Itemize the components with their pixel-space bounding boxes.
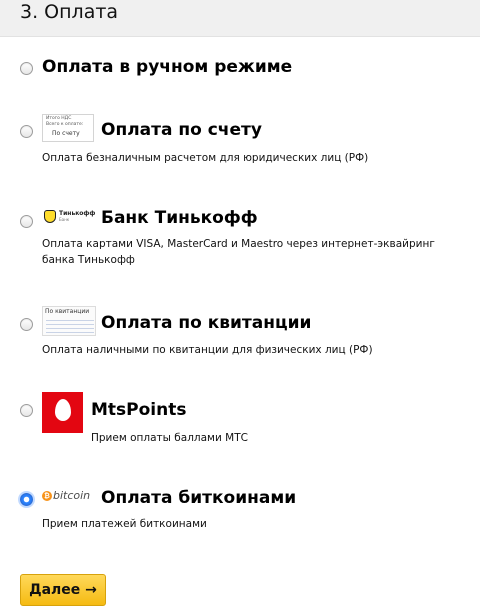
mts-egg-shape [55, 399, 71, 421]
bitcoin-coin-icon: ₿ [42, 491, 52, 501]
payment-option-manual[interactable]: Оплата в ручном режиме [0, 56, 480, 80]
option-title: Банк Тинькофф [101, 208, 258, 228]
option-description: Прием оплаты баллами МТС [91, 432, 248, 444]
option-title: Оплата по квитанции [101, 313, 312, 333]
section-header: 3. Оплата [0, 0, 480, 37]
radio-manual[interactable] [20, 62, 33, 75]
payment-option-tinkoff[interactable]: Тинькофф Банк Банк Тинькофф Оплата карта… [0, 205, 480, 271]
option-description: Оплата наличными по квитанции для физиче… [42, 344, 373, 356]
radio-tinkoff[interactable] [20, 215, 33, 228]
payment-option-bitcoin[interactable]: ₿ bitcoin Оплата биткоинами Прием платеж… [0, 487, 480, 535]
option-description: Прием платежей биткоинами [42, 518, 207, 530]
tinkoff-logo-icon: Тинькофф Банк [42, 209, 96, 225]
radio-mtspoints[interactable] [20, 404, 33, 417]
tinkoff-emblem-icon [44, 210, 56, 223]
invoice-logo-line3: По счету [52, 130, 80, 137]
bitcoin-wordmark: bitcoin [53, 489, 91, 502]
section-title: 3. Оплата [20, 1, 119, 23]
payment-option-receipt[interactable]: По квитанции Оплата по квитанции Оплата … [0, 306, 480, 358]
radio-receipt[interactable] [20, 318, 33, 331]
radio-bitcoin[interactable] [20, 493, 33, 506]
payment-option-mtspoints[interactable]: MtsPoints Прием оплаты баллами МТС [0, 392, 480, 444]
option-description: Оплата безналичным расчетом для юридичес… [42, 152, 369, 164]
tinkoff-logo-sub: Банк [59, 217, 70, 222]
radio-invoice[interactable] [20, 125, 33, 138]
tinkoff-logo-name: Тинькофф [59, 210, 96, 217]
invoice-logo-line1: Итого НДС [46, 116, 72, 121]
option-title: Оплата биткоинами [101, 488, 297, 508]
bitcoin-logo-icon: ₿ bitcoin [42, 489, 98, 505]
option-title: Оплата по счету [101, 120, 262, 140]
receipt-logo-text: По квитанции [45, 308, 90, 315]
option-title: Оплата в ручном режиме [42, 57, 293, 77]
option-description: Оплата картами VISA, MasterCard и Maestr… [42, 238, 435, 266]
receipt-logo-icon: По квитанции [42, 306, 96, 336]
receipt-lines [46, 317, 94, 335]
invoice-logo-icon: Итого НДС Всего к оплате: По счету [42, 114, 94, 142]
option-title: MtsPoints [91, 400, 187, 420]
next-button[interactable]: Далее → [20, 574, 106, 606]
mts-egg-logo-icon [42, 392, 83, 433]
payment-option-invoice[interactable]: Итого НДС Всего к оплате: По счету Оплат… [0, 114, 480, 168]
invoice-logo-line2: Всего к оплате: [46, 122, 84, 127]
